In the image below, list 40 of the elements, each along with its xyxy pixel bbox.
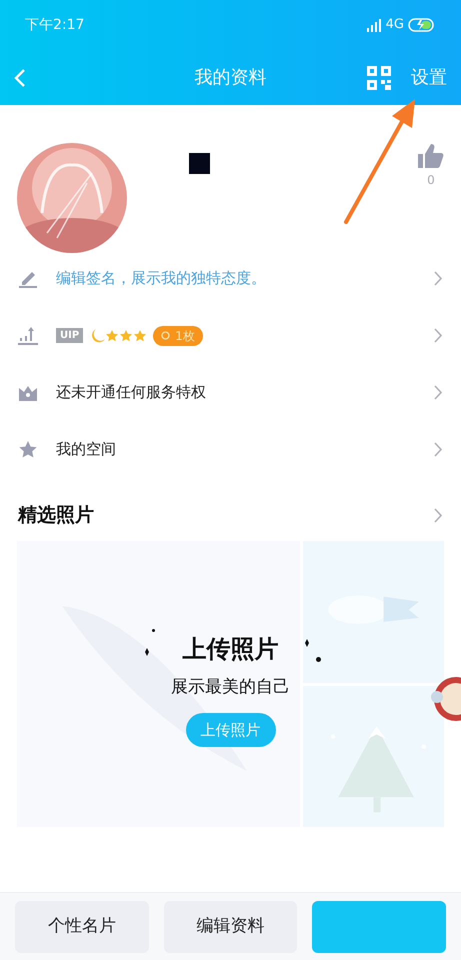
chevron-right-icon [434,328,443,343]
vip-label: UIP [56,328,84,343]
star-icon [105,328,120,342]
thumbs-up-icon[interactable] [418,143,444,169]
bottom-button[interactable]: 个性名片 [15,900,149,952]
upload-subtitle: 展示最美的自己 [171,676,290,700]
section-title: 精选照片 [18,503,94,528]
level-up-icon [18,326,38,344]
page-title: 我的资料 [194,66,266,90]
status-time: 下午2:17 [25,16,84,34]
back-button[interactable] [14,68,26,88]
sparkle-icon [152,629,155,632]
menu-row[interactable]: 还未开通任何服务特权 [0,364,461,421]
signal-icon [366,18,382,32]
coin-badge: 1枚 [153,326,203,346]
coin-icon [161,331,170,340]
signature-text: 编辑签名，展示我的独特态度。 [56,268,266,290]
qr-code-icon[interactable] [367,66,391,90]
moon-icon [92,328,106,342]
row-label: 还未开通任何服务特权 [56,382,206,404]
sparkle-icon [143,648,151,656]
row-label: 我的空间 [56,439,116,460]
chevron-right-icon [434,385,443,400]
chevron-right-icon [434,271,443,286]
pencil-icon [18,270,38,288]
chevron-right-icon [434,442,443,457]
chevron-right-icon [434,508,443,523]
sparkle-icon [303,639,311,647]
crown-icon [18,384,38,402]
star-icon [119,328,134,342]
redaction-block [189,153,210,174]
sparkle-icon [316,657,321,662]
like-count: 0 [427,172,435,189]
star-icon [18,440,38,459]
upload-heading: 上传照片 [182,634,278,666]
menu-row[interactable]: 我的空间 [0,421,461,478]
battery-icon [408,18,436,32]
star-icon [133,328,148,342]
network-label: 4G [386,16,404,34]
bottom-button[interactable]: 编辑资料 [164,900,298,952]
